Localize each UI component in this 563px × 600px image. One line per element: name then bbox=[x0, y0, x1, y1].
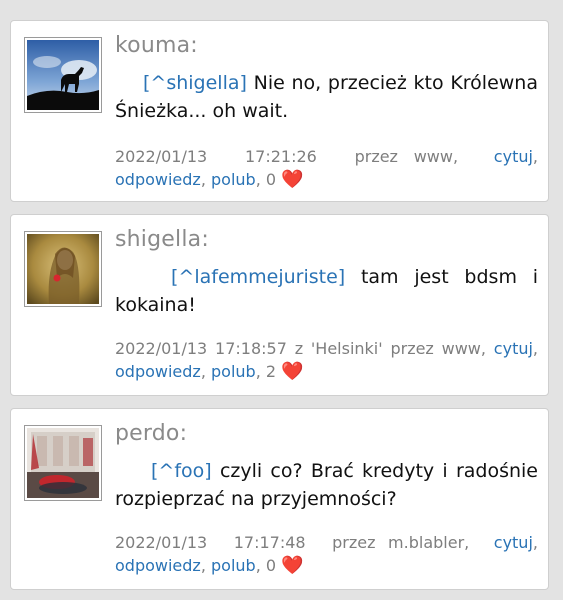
like-link[interactable]: polub bbox=[211, 170, 256, 189]
comment-card: kouma: [^shigella] Nie no, przecież kto … bbox=[10, 20, 549, 202]
comment-source: przez www, bbox=[354, 147, 459, 166]
comment-date: 2022/01/13 bbox=[115, 147, 208, 166]
comment-text: [^lafemmejuriste] tam jest bdsm i kokain… bbox=[115, 263, 538, 319]
reply-link[interactable]: odpowiedz bbox=[115, 362, 201, 381]
comment-card: shigella: [^lafemmejuriste] tam jest bds… bbox=[10, 214, 549, 396]
reply-to-link[interactable]: [^shigella] bbox=[143, 72, 247, 94]
comment-text: [^foo] czyli co? Brać kredyty i radośnie… bbox=[115, 457, 538, 513]
like-link[interactable]: polub bbox=[211, 362, 256, 381]
quote-link[interactable]: cytuj bbox=[494, 147, 533, 166]
comment-text: [^shigella] Nie no, przecież kto Królewn… bbox=[115, 69, 538, 125]
reply-link[interactable]: odpowiedz bbox=[115, 556, 201, 575]
avatar-image-room bbox=[27, 428, 99, 498]
comment-card: perdo: [^foo] czyli co? Brać kredyty i r… bbox=[10, 408, 549, 590]
heart-icon: ❤️ bbox=[281, 169, 304, 190]
comment-source: z 'Helsinki' przez www, bbox=[294, 339, 486, 358]
comment-date: 2022/01/13 bbox=[115, 533, 208, 552]
avatar[interactable] bbox=[24, 231, 102, 307]
avatar-image-horse-silhouette bbox=[27, 40, 99, 110]
comment-source: przez m.blabler, bbox=[332, 533, 470, 552]
author-name[interactable]: shigella: bbox=[115, 227, 209, 252]
like-count: 0 bbox=[265, 170, 277, 189]
author-name[interactable]: kouma: bbox=[115, 33, 198, 58]
comment-date: 2022/01/13 bbox=[115, 339, 208, 358]
like-count: 0 bbox=[265, 556, 277, 575]
heart-icon: ❤️ bbox=[281, 361, 304, 382]
comment-time: 17:18:57 bbox=[215, 339, 287, 358]
quote-link[interactable]: cytuj bbox=[494, 533, 533, 552]
avatar-image-painting bbox=[27, 234, 99, 304]
comment-time: 17:17:48 bbox=[233, 533, 306, 552]
like-count: 2 bbox=[265, 362, 277, 381]
like-link[interactable]: polub bbox=[211, 556, 256, 575]
author-name[interactable]: perdo: bbox=[115, 421, 187, 446]
avatar[interactable] bbox=[24, 37, 102, 113]
heart-icon: ❤️ bbox=[281, 555, 304, 576]
avatar[interactable] bbox=[24, 425, 102, 501]
reply-to-link[interactable]: [^foo] bbox=[151, 460, 212, 482]
reply-link[interactable]: odpowiedz bbox=[115, 170, 201, 189]
comment-meta: 2022/01/13 17:17:48 przez m.blabler, cyt… bbox=[115, 533, 538, 576]
comment-meta: 2022/01/13 17:18:57 z 'Helsinki' przez w… bbox=[115, 339, 539, 382]
quote-link[interactable]: cytuj bbox=[494, 339, 533, 358]
reply-to-link[interactable]: [^lafemmejuriste] bbox=[171, 266, 345, 288]
comment-time: 17:21:26 bbox=[244, 147, 317, 166]
comment-meta: 2022/01/13 17:21:26 przez www, cytuj, od… bbox=[115, 147, 539, 190]
